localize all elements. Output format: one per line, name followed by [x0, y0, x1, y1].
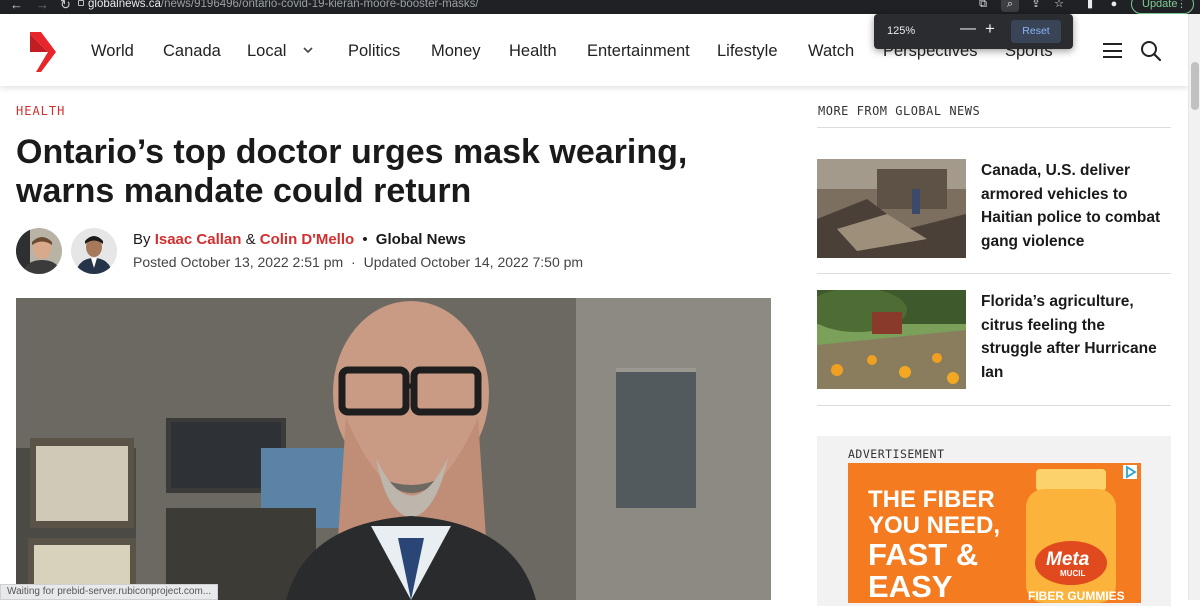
posted-date: Posted October 13, 2022 2:51 pm — [133, 254, 344, 270]
bookmark-star-icon[interactable]: ☆ — [1053, 0, 1065, 10]
search-icon[interactable] — [1140, 40, 1162, 62]
zoom-level: 125% — [887, 25, 916, 37]
nav-local[interactable]: Local — [247, 42, 286, 61]
article-dates: Posted October 13, 2022 2:51 pm · Update… — [133, 254, 583, 270]
author-avatar[interactable] — [16, 228, 62, 274]
zoom-in-button[interactable]: + — [985, 19, 995, 39]
ad-product: FIBER GUMMIES — [1028, 589, 1125, 603]
nav-money[interactable]: Money — [431, 42, 481, 61]
ad-line: FAST & — [868, 537, 979, 572]
date-separator: · — [351, 254, 356, 270]
divider — [817, 127, 1171, 128]
divider — [817, 405, 1171, 406]
ad-line: THE FIBER — [868, 486, 995, 513]
ad-creative[interactable]: THE FIBER YOU NEED, FAST & EASY Meta MUC… — [848, 463, 1141, 603]
forward-icon[interactable]: → — [36, 0, 49, 12]
lock-icon — [78, 0, 84, 6]
browser-toolbar: ← → ↻ globalnews.ca/news/9196496/ontario… — [0, 0, 1200, 14]
ad-headline: THE FIBER YOU NEED, FAST & EASY — [868, 487, 1000, 603]
back-icon[interactable]: ← — [10, 0, 23, 12]
byline-amp: & — [245, 231, 256, 248]
article-headline: Ontario’s top doctor urges mask wearing,… — [16, 133, 688, 210]
nav-canada[interactable]: Canada — [163, 42, 221, 61]
update-button[interactable]: Update ⋮ — [1131, 0, 1194, 14]
ad-line: YOU NEED, — [868, 512, 1001, 539]
url-path: /news/9196496/ontario-covid-19-kieran-mo… — [160, 0, 479, 10]
story-thumbnail[interactable] — [817, 290, 966, 389]
byline-prefix: By — [133, 231, 151, 248]
zoom-popup: 125% — + Reset — [874, 14, 1073, 49]
nav-entertainment[interactable]: Entertainment — [587, 42, 690, 61]
page-scrollbar[interactable] — [1188, 14, 1200, 600]
address-bar[interactable]: globalnews.ca/news/9196496/ontario-covid… — [88, 0, 479, 10]
byline-bullet: • — [362, 231, 368, 248]
hamburger-menu-icon[interactable] — [1103, 43, 1122, 58]
zoom-reset-button[interactable]: Reset — [1011, 20, 1061, 43]
ad-brand-sub: MUCIL — [1060, 569, 1086, 578]
updated-date: Updated October 14, 2022 7:50 pm — [363, 254, 584, 270]
nav-world[interactable]: World — [91, 42, 134, 61]
author-avatar[interactable] — [71, 228, 117, 274]
global-news-logo[interactable] — [30, 32, 56, 72]
scrollbar-thumb[interactable] — [1191, 62, 1199, 110]
ad-brand: Meta — [1046, 549, 1090, 570]
product-jar-image — [1026, 469, 1116, 603]
nav-lifestyle[interactable]: Lifestyle — [717, 42, 778, 61]
adchoices-icon[interactable] — [1123, 465, 1137, 479]
news-source: Global News — [375, 231, 466, 248]
url-domain: globalnews.ca — [88, 0, 161, 10]
profile-icon[interactable]: ● — [1108, 0, 1120, 10]
zoom-icon[interactable]: ⌕ — [1004, 0, 1016, 10]
reload-icon[interactable]: ↻ — [60, 0, 71, 13]
nav-politics[interactable]: Politics — [348, 42, 400, 61]
ad-label: ADVERTISEMENT — [848, 447, 945, 461]
kebab-menu-icon[interactable]: ⋮ — [1176, 0, 1187, 13]
chevron-down-icon[interactable] — [302, 44, 314, 56]
zoom-out-button[interactable]: — — [960, 20, 976, 38]
author-link[interactable]: Isaac Callan — [155, 231, 242, 248]
status-bar: Waiting for prebid-server.rubiconproject… — [0, 584, 219, 600]
sidebar-title: MORE FROM GLOBAL NEWS — [818, 104, 981, 118]
story-link[interactable]: Florida’s agriculture, citrus feeling th… — [981, 290, 1166, 384]
share-icon[interactable]: ⇪ — [1030, 0, 1042, 10]
hero-image[interactable] — [16, 298, 771, 600]
ad-line: EASY — [868, 569, 953, 603]
byline: By Isaac Callan & Colin D'Mello • Global… — [133, 231, 466, 248]
author-link[interactable]: Colin D'Mello — [260, 231, 354, 248]
section-tag[interactable]: HEALTH — [16, 104, 65, 118]
story-link[interactable]: Canada, U.S. deliver armored vehicles to… — [981, 159, 1166, 253]
install-app-icon[interactable]: ⧉ — [977, 0, 989, 10]
divider — [817, 273, 1171, 274]
nav-watch[interactable]: Watch — [808, 42, 854, 61]
update-label: Update — [1142, 0, 1178, 10]
nav-health[interactable]: Health — [509, 42, 557, 61]
story-thumbnail[interactable] — [817, 159, 966, 258]
side-panel-icon[interactable]: ▮ — [1084, 0, 1096, 10]
